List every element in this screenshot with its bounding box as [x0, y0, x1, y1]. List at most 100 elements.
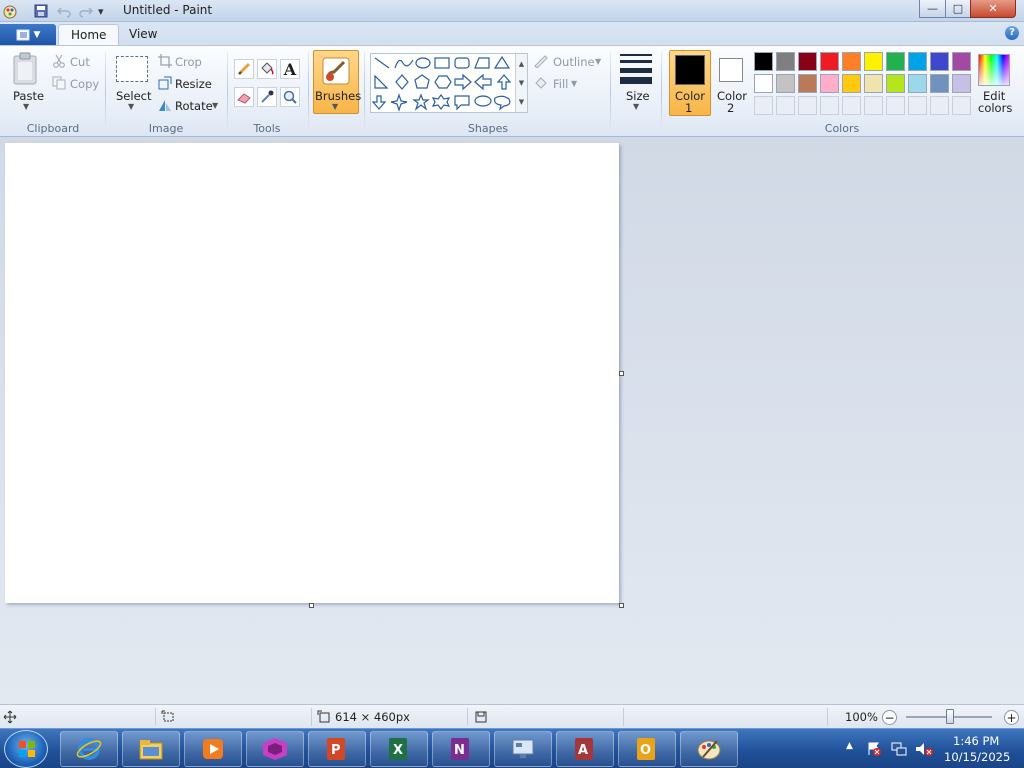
tab-view[interactable]: View: [117, 24, 169, 46]
outline-dropdown-icon[interactable]: ▼: [595, 57, 601, 66]
palette-swatch[interactable]: [842, 52, 861, 71]
zoom-in-button[interactable]: +: [1004, 710, 1019, 725]
canvas-workspace[interactable]: [0, 137, 1024, 704]
clock-date[interactable]: 10/15/2025: [944, 750, 1010, 764]
outline-button[interactable]: Outline: [553, 55, 595, 69]
palette-swatch[interactable]: [952, 74, 971, 93]
palette-swatch[interactable]: [798, 74, 817, 93]
select-dropdown-icon[interactable]: ▼: [128, 102, 134, 111]
text-tool[interactable]: A: [280, 59, 300, 79]
paste-button[interactable]: Paste: [13, 89, 44, 103]
taskbar-internet-explorer[interactable]: [60, 731, 118, 767]
edit-colors-icon[interactable]: [978, 54, 1010, 86]
taskbar-onenote[interactable]: N: [432, 731, 490, 767]
help-button[interactable]: ?: [1005, 26, 1019, 40]
volume-muted-icon[interactable]: [915, 741, 933, 757]
save-icon[interactable]: [34, 3, 48, 19]
palette-swatch[interactable]: [776, 52, 795, 71]
maximize-button[interactable]: □: [945, 0, 971, 18]
taskbar-outlook[interactable]: O: [618, 731, 676, 767]
fill-button[interactable]: Fill: [553, 77, 568, 91]
rotate-dropdown-icon[interactable]: ▼: [212, 101, 218, 110]
custom-color-slot[interactable]: [908, 96, 927, 115]
action-center-icon[interactable]: [866, 741, 882, 757]
color2-button[interactable]: [717, 56, 745, 84]
paste-dropdown-icon[interactable]: ▼: [23, 102, 29, 111]
fill-tool[interactable]: [257, 59, 277, 79]
custom-color-slot[interactable]: [952, 96, 971, 115]
color-picker-tool[interactable]: [257, 87, 277, 107]
paste-icon[interactable]: [10, 52, 42, 86]
size-lines-icon[interactable]: [618, 54, 654, 84]
copy-button[interactable]: Copy: [70, 77, 99, 91]
select-button[interactable]: Select: [116, 89, 151, 103]
expand-gallery-icon[interactable]: ▼: [519, 98, 524, 106]
cut-button[interactable]: Cut: [70, 55, 90, 69]
zoom-slider-thumb[interactable]: [946, 709, 954, 724]
custom-color-slot[interactable]: [864, 96, 883, 115]
resize-button[interactable]: Resize: [175, 77, 212, 91]
start-button[interactable]: [4, 730, 48, 768]
brushes-dropdown-icon[interactable]: ▼: [332, 102, 338, 111]
custom-color-slot[interactable]: [754, 96, 773, 115]
magnifier-tool[interactable]: [280, 87, 300, 107]
palette-swatch[interactable]: [908, 74, 927, 93]
palette-swatch[interactable]: [798, 52, 817, 71]
custom-color-slot[interactable]: [842, 96, 861, 115]
palette-swatch[interactable]: [864, 52, 883, 71]
palette-swatch[interactable]: [886, 74, 905, 93]
resize-handle-bottom[interactable]: [309, 603, 314, 608]
customize-qat-button[interactable]: ▾: [98, 3, 104, 19]
taskbar-excel[interactable]: X: [370, 731, 428, 767]
drawing-canvas[interactable]: [5, 143, 619, 603]
size-button[interactable]: Size: [626, 89, 650, 103]
taskbar-powerpoint[interactable]: P: [308, 731, 366, 767]
palette-swatch[interactable]: [820, 52, 839, 71]
palette-swatch[interactable]: [908, 52, 927, 71]
palette-swatch[interactable]: [754, 52, 773, 71]
tab-home[interactable]: Home: [58, 24, 120, 46]
custom-color-slot[interactable]: [798, 96, 817, 115]
palette-swatch[interactable]: [754, 74, 773, 93]
show-hidden-icons-button[interactable]: ▲: [846, 741, 853, 751]
palette-swatch[interactable]: [776, 74, 795, 93]
palette-swatch[interactable]: [886, 52, 905, 71]
crop-button[interactable]: Crop: [175, 55, 202, 69]
taskbar-paint[interactable]: [680, 731, 738, 767]
size-dropdown-icon[interactable]: ▼: [633, 102, 639, 111]
scroll-down-icon[interactable]: ▼: [519, 79, 524, 87]
taskbar-remote-desktop[interactable]: [494, 731, 552, 767]
custom-color-slot[interactable]: [820, 96, 839, 115]
redo-icon[interactable]: [78, 3, 94, 19]
paint-menu-button[interactable]: ▼: [0, 24, 56, 45]
taskbar-app-purple[interactable]: [246, 731, 304, 767]
clock-time[interactable]: 1:46 PM: [953, 734, 999, 748]
zoom-out-button[interactable]: −: [882, 710, 897, 725]
shapes-gallery[interactable]: [370, 53, 528, 113]
taskbar-media-player[interactable]: [184, 731, 242, 767]
fill-dropdown-icon[interactable]: ▼: [571, 79, 577, 88]
shapes-scroll[interactable]: ▲ ▼ ▼: [515, 54, 527, 112]
palette-swatch[interactable]: [842, 74, 861, 93]
palette-swatch[interactable]: [930, 52, 949, 71]
custom-color-slot[interactable]: [930, 96, 949, 115]
palette-swatch[interactable]: [820, 74, 839, 93]
taskbar-file-explorer[interactable]: [122, 731, 180, 767]
select-rectangle-icon[interactable]: [116, 56, 148, 82]
custom-color-slot[interactable]: [776, 96, 795, 115]
edit-colors-sublabel[interactable]: colors: [978, 101, 1012, 115]
resize-handle-corner[interactable]: [619, 603, 624, 608]
palette-swatch[interactable]: [952, 52, 971, 71]
custom-color-slot[interactable]: [886, 96, 905, 115]
paint-app-icon[interactable]: [2, 3, 18, 19]
pencil-tool[interactable]: [234, 59, 254, 79]
taskbar-access[interactable]: A: [556, 731, 614, 767]
undo-icon[interactable]: [56, 3, 72, 19]
close-button[interactable]: ✕: [970, 0, 1016, 18]
network-icon[interactable]: [891, 741, 907, 757]
minimize-button[interactable]: —: [919, 0, 946, 18]
palette-swatch[interactable]: [864, 74, 883, 93]
scroll-up-icon[interactable]: ▲: [519, 60, 524, 68]
resize-handle-right[interactable]: [619, 371, 624, 376]
rotate-button[interactable]: Rotate: [175, 99, 213, 113]
